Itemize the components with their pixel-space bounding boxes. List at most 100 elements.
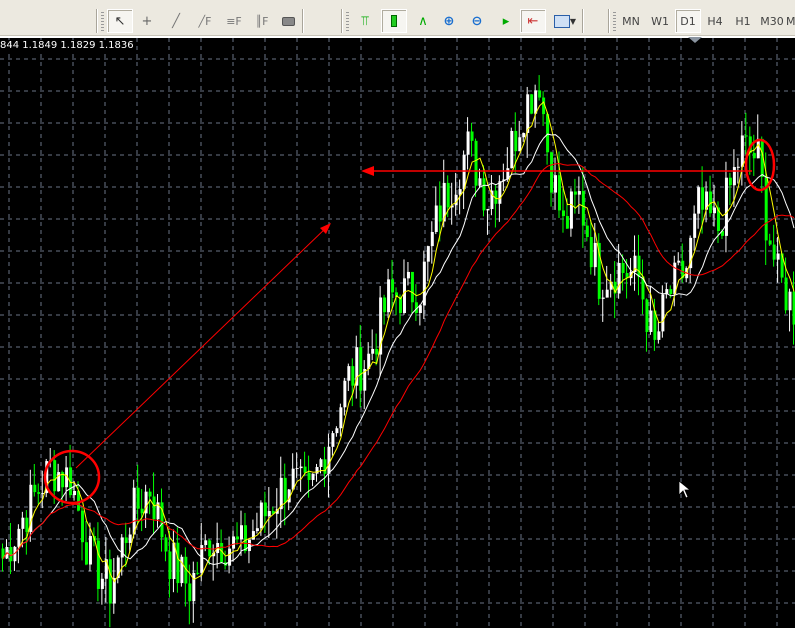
crosshair-button[interactable]: + xyxy=(134,9,160,33)
crosshair-icon: + xyxy=(141,13,153,29)
candle-bull xyxy=(601,297,605,299)
separator xyxy=(608,9,610,33)
separator xyxy=(341,9,343,33)
candle-bull xyxy=(371,348,375,354)
candle-bull xyxy=(132,487,136,535)
zoom-in-icon: ⊕ xyxy=(443,13,455,29)
zoom-in-button[interactable]: ⊕ xyxy=(436,9,462,33)
candle-bear xyxy=(96,540,100,589)
candle-bull xyxy=(486,209,490,211)
candle-bull xyxy=(434,205,438,232)
candle-bear xyxy=(323,459,327,474)
moving-averages xyxy=(2,101,795,583)
toolbar-grip[interactable] xyxy=(613,12,616,32)
price-chart[interactable] xyxy=(0,38,795,628)
candlestick-icon xyxy=(391,15,397,27)
candle-bear xyxy=(558,175,561,211)
candle-bull xyxy=(387,279,391,313)
candle-bull xyxy=(21,517,25,529)
candle-bear xyxy=(168,551,172,580)
candle-bull xyxy=(299,466,303,469)
candle-bull xyxy=(736,166,740,168)
zoom-out-icon: ⊖ xyxy=(471,13,483,29)
candle-bull xyxy=(510,130,514,169)
line-chart-button[interactable]: ∧ xyxy=(410,9,436,33)
candle-bear xyxy=(546,114,550,153)
candle-bull xyxy=(426,246,430,262)
candle-bear xyxy=(410,271,414,303)
period-w1[interactable]: W1 xyxy=(647,9,673,33)
candle-bear xyxy=(645,299,649,332)
candle-bear xyxy=(768,240,772,245)
candle-bull xyxy=(232,536,236,549)
period-mn[interactable]: MN xyxy=(618,9,644,33)
period-m30[interactable]: M30 xyxy=(757,9,787,33)
candle-bear xyxy=(136,487,140,509)
candle-bear xyxy=(474,140,478,186)
candle-bull xyxy=(343,380,347,408)
candle-bear xyxy=(53,460,57,492)
fibonacci-fan-icon: ╱F xyxy=(198,14,212,28)
candle-bear xyxy=(140,508,144,514)
candle-bear xyxy=(188,583,192,602)
fibonacci-retracement-button[interactable]: ≡F xyxy=(221,9,247,33)
candle-bull xyxy=(740,135,744,167)
candle-bear xyxy=(283,477,287,503)
toolbar-grip[interactable] xyxy=(346,12,349,32)
trendline-icon: ╱ xyxy=(172,13,180,29)
candle-bull xyxy=(569,191,573,229)
candle-bear xyxy=(550,152,554,193)
candle-bear xyxy=(446,182,450,208)
candle-bear xyxy=(438,205,442,222)
candle-bull xyxy=(88,536,92,565)
rectangle-button[interactable] xyxy=(275,9,301,33)
fibonacci-expansion-button[interactable]: ║F xyxy=(249,9,275,33)
candle-bull xyxy=(554,175,558,193)
candle-bear xyxy=(307,472,311,480)
fibonacci-fan-button[interactable]: ╱F xyxy=(192,9,218,33)
candle-bear xyxy=(383,297,387,313)
candle-bear xyxy=(573,191,577,195)
candle-bear xyxy=(752,152,756,159)
toolbar-grip[interactable] xyxy=(101,12,104,32)
candle-bull xyxy=(319,459,323,467)
candle-bull xyxy=(577,191,581,195)
candle-bear xyxy=(148,491,152,497)
zoom-out-button[interactable]: ⊖ xyxy=(464,9,490,33)
chart-shift-button[interactable]: ▸ xyxy=(493,9,519,33)
period-m[interactable]: M xyxy=(786,9,795,33)
candle-bear xyxy=(744,135,748,137)
period-marker xyxy=(688,37,702,43)
cursor-button[interactable]: ↖ xyxy=(107,9,133,33)
candle-bull xyxy=(617,262,621,294)
autoscroll-button[interactable]: ⇤ xyxy=(520,9,546,33)
candle-bear xyxy=(196,572,200,574)
candle-bull xyxy=(17,528,21,547)
candle-bull xyxy=(406,271,410,279)
candle-bear xyxy=(243,525,247,552)
ma-line-mid xyxy=(2,133,795,566)
candlestick-button[interactable] xyxy=(381,9,407,33)
candle-bear xyxy=(9,546,13,562)
ohlc-readout: 844 1.1849 1.1829 1.1836 xyxy=(0,40,136,51)
candle-bull xyxy=(255,528,259,532)
line-chart-icon: ∧ xyxy=(418,13,428,29)
trendline-button[interactable]: ╱ xyxy=(163,9,189,33)
period-h1[interactable]: H1 xyxy=(730,9,756,33)
bar-chart-button[interactable]: ⫪ xyxy=(352,9,378,33)
period-h4[interactable]: H4 xyxy=(702,9,728,33)
candle-bull xyxy=(402,278,406,313)
candle-bull xyxy=(697,187,701,214)
candle-bull xyxy=(180,556,184,584)
autoscroll-icon: ⇤ xyxy=(527,13,539,29)
candle-bull xyxy=(534,90,538,114)
candle-bear xyxy=(84,542,88,565)
period-d1[interactable]: D1 xyxy=(675,9,701,33)
candle-bull xyxy=(776,253,780,260)
templates-button[interactable]: ▼ xyxy=(550,9,580,33)
candle-bear xyxy=(470,131,474,141)
separator xyxy=(96,9,98,33)
ma-line-slow xyxy=(2,162,795,559)
candle-bull xyxy=(677,260,681,263)
candle-bear xyxy=(589,237,593,268)
